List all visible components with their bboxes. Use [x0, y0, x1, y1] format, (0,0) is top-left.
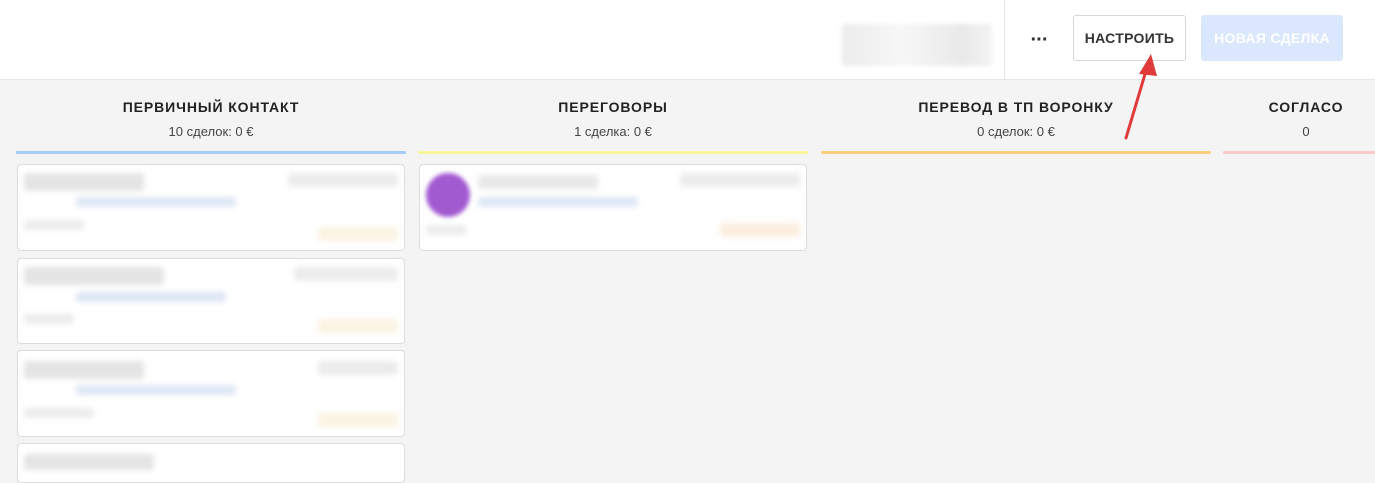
deal-card[interactable]: [17, 350, 405, 437]
blurred-text: [24, 220, 84, 230]
column-summary: 0 сделок: 0 €: [977, 124, 1055, 139]
blurred-text: [318, 361, 398, 375]
column-title: ПЕРВИЧНЫЙ КОНТАКТ: [122, 99, 300, 115]
blurred-badge: [318, 227, 398, 241]
column-summary: 1 сделка: 0 €: [574, 124, 652, 139]
column-summary: 10 сделок: 0 €: [168, 124, 254, 139]
blurred-text: [76, 197, 236, 207]
blurred-text: [24, 408, 94, 418]
blurred-text: [76, 385, 236, 395]
new-deal-button-label: НОВАЯ СДЕЛКА: [1214, 30, 1330, 46]
blurred-text: [680, 173, 800, 187]
column-title: ПЕРЕГОВОРЫ: [558, 99, 668, 115]
blurred-badge: [318, 413, 398, 427]
top-bar: ··· НАСТРОИТЬ НОВАЯ СДЕЛКА: [0, 0, 1375, 80]
blurred-text: [294, 267, 398, 281]
blurred-badge: [318, 319, 398, 333]
blurred-badge: [720, 223, 800, 237]
column-title: СОГЛАСО: [1268, 99, 1344, 115]
more-options-button[interactable]: ···: [1022, 24, 1056, 56]
blurred-text: [24, 361, 144, 379]
column-title: ПЕРЕВОД В ТП ВОРОНКУ: [918, 99, 1114, 115]
column-color-bar: [16, 151, 406, 154]
new-deal-button[interactable]: НОВАЯ СДЕЛКА: [1201, 15, 1343, 61]
avatar: [426, 173, 470, 217]
blurred-text: [24, 454, 154, 470]
more-icon: ···: [1030, 28, 1049, 51]
deal-card[interactable]: [17, 164, 405, 251]
blurred-text: [76, 292, 226, 302]
blurred-text: [24, 173, 144, 191]
column-color-bar: [418, 151, 808, 154]
blurred-header-element[interactable]: [842, 24, 992, 66]
blurred-text: [24, 267, 164, 285]
blurred-text: [426, 225, 466, 235]
pipeline-column-transfer: ПЕРЕВОД В ТП ВОРОНКУ 0 сделок: 0 €: [821, 80, 1211, 466]
column-color-bar: [1223, 151, 1375, 154]
blurred-text: [24, 314, 74, 324]
pipeline-column-approval: СОГЛАСО 0: [1223, 80, 1375, 466]
settings-button-label: НАСТРОИТЬ: [1084, 30, 1175, 46]
blurred-text: [478, 197, 638, 207]
column-summary: 0: [1302, 124, 1310, 139]
deal-card[interactable]: [17, 443, 405, 483]
pipeline-column-negotiations: ПЕРЕГОВОРЫ 1 сделка: 0 €: [418, 80, 808, 466]
blurred-text: [288, 173, 398, 187]
deal-card[interactable]: [17, 258, 405, 344]
column-color-bar: [821, 151, 1211, 154]
settings-button[interactable]: НАСТРОИТЬ: [1073, 15, 1186, 61]
deal-card[interactable]: [419, 164, 807, 251]
divider: [1004, 0, 1005, 79]
blurred-text: [478, 175, 598, 189]
pipeline-column-primary-contact: ПЕРВИЧНЫЙ КОНТАКТ 10 сделок: 0 €: [16, 80, 406, 483]
